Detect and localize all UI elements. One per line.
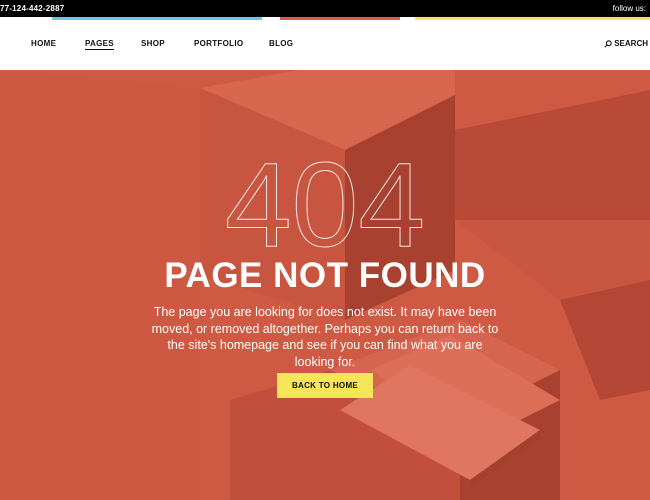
error-description: The page you are looking for does not ex… — [151, 305, 499, 369]
nav-item-blog[interactable]: BLOG — [269, 39, 293, 48]
nav-item-pages[interactable]: PAGES — [85, 39, 114, 50]
error-code: 404 — [224, 138, 426, 272]
phone-number[interactable]: 77-124-442-2887 — [0, 4, 64, 13]
search-button[interactable]: SEARCH — [604, 39, 648, 48]
page-title: PAGE NOT FOUND — [164, 256, 486, 295]
main-navigation: HOME PAGES SHOP PORTFOLIO BLOG SEARCH — [0, 20, 650, 70]
follow-us-label: follow us: — [612, 4, 646, 13]
nav-item-portfolio[interactable]: PORTFOLIO — [194, 39, 243, 48]
hero-section: 404 PAGE NOT FOUND The page you are look… — [0, 70, 650, 500]
top-bar: 77-124-442-2887 follow us: — [0, 0, 650, 17]
nav-item-home[interactable]: HOME — [31, 39, 56, 48]
search-icon — [604, 39, 612, 48]
nav-item-shop[interactable]: SHOP — [141, 39, 165, 48]
search-label: SEARCH — [614, 39, 648, 48]
back-to-home-button[interactable]: BACK TO HOME — [277, 373, 373, 398]
